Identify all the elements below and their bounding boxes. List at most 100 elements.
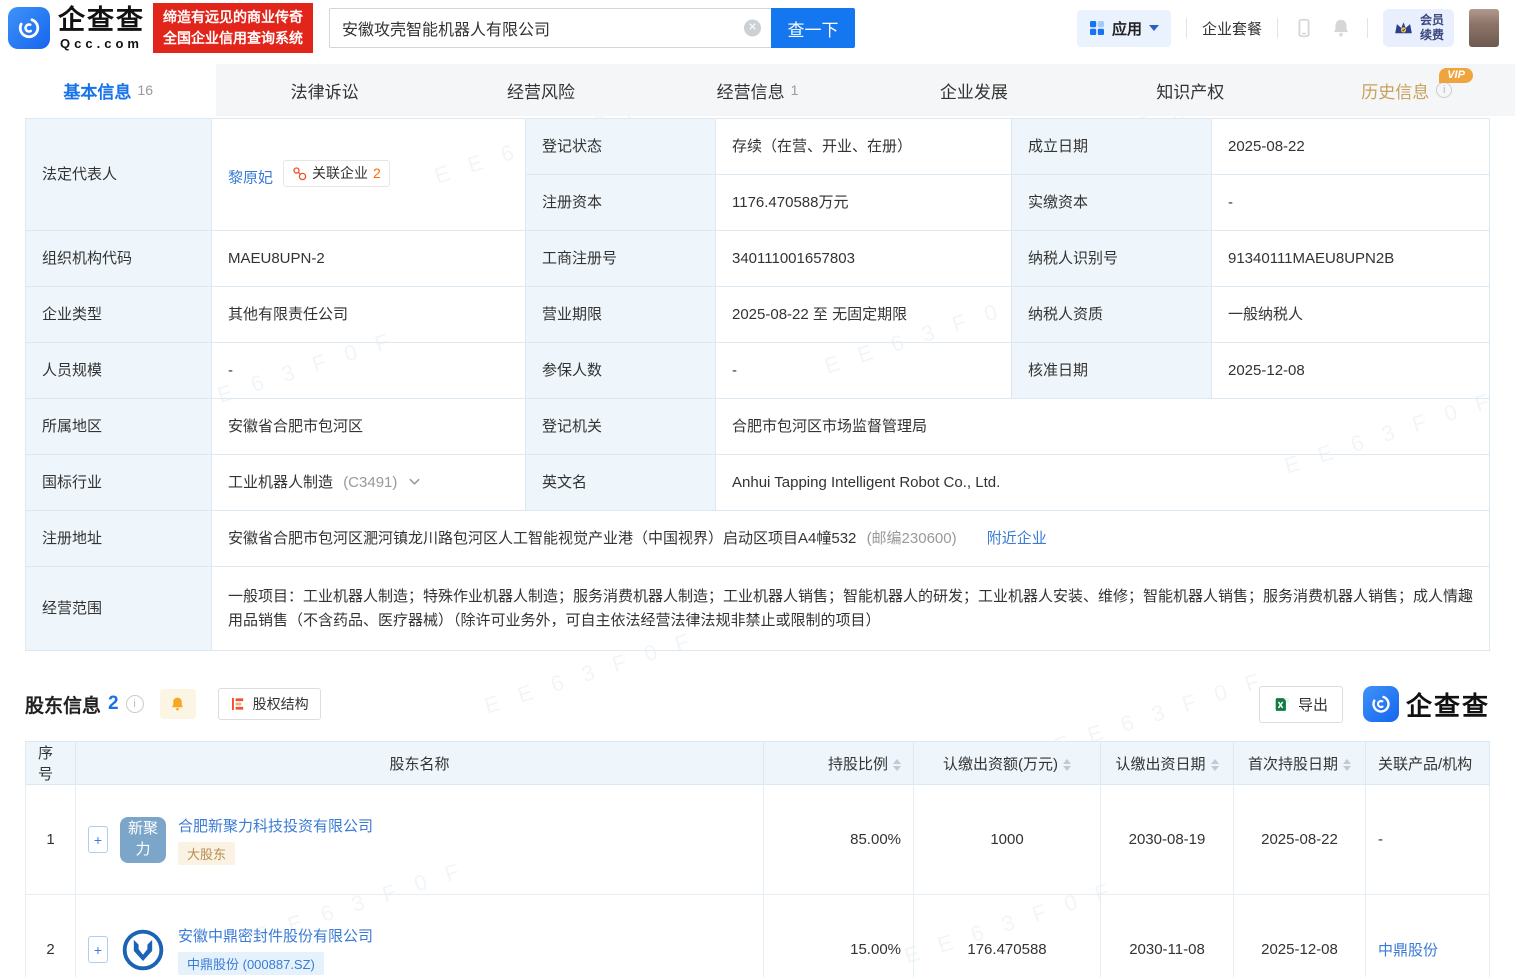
listed-company-badge: 中鼎股份 (000887.SZ) [178, 952, 324, 975]
col-header-related: 关联产品/机构 [1366, 742, 1490, 785]
tab-basic-info[interactable]: 基本信息 16 [0, 64, 216, 116]
qcc-logo-icon [1363, 686, 1399, 722]
shareholders-table: 序号 股东名称 持股比例 认缴出资额(万元) 认缴出资日期 首次持股日期 关联产… [25, 741, 1490, 977]
tab-legal-litigation[interactable]: 法律诉讼 [216, 64, 432, 116]
field-label: 注册地址 [26, 511, 212, 567]
col-header-first-date[interactable]: 首次持股日期 [1234, 742, 1366, 785]
divider [1186, 18, 1187, 38]
sort-icon[interactable] [1063, 759, 1071, 771]
address-value: 安徽省合肥市包河区淝河镇龙川路包河区人工智能视觉产业港（中国视界）启动区项目A4… [228, 530, 856, 547]
header-right: 应用 企业套餐 会员 续费 [1077, 9, 1499, 47]
field-value: 340111001657803 [716, 231, 1012, 287]
sort-icon[interactable] [893, 759, 901, 771]
ratio-value: 15.00% [764, 895, 914, 977]
chevron-down-icon [1149, 25, 1159, 31]
slogan-line2: 全国企业信用查询系统 [163, 28, 303, 49]
divider [1367, 18, 1368, 38]
info-icon[interactable]: i [1436, 82, 1452, 98]
shareholders-section-header: 股东信息 2 i 股权结构 [25, 685, 1490, 723]
expand-button[interactable]: + [88, 826, 108, 853]
qcc-logo-icon [8, 7, 50, 49]
tab-bar: 基本信息 16 法律诉讼 经营风险 经营信息 1 企业发展 知识产权 VIP 历… [0, 64, 1515, 116]
address-cell: 安徽省合肥市包河区淝河镇龙川路包河区人工智能视觉产业港（中国视界）启动区项目A4… [212, 511, 1490, 567]
related-product-link[interactable]: 中鼎股份 [1378, 942, 1438, 959]
first-date-value: 2025-12-08 [1234, 895, 1366, 977]
export-label: 导出 [1298, 694, 1328, 715]
field-label: 实缴资本 [1012, 175, 1212, 231]
col-header-sub-date[interactable]: 认缴出资日期 [1101, 742, 1234, 785]
field-value: Anhui Tapping Intelligent Robot Co., Ltd… [716, 455, 1490, 511]
mobile-phone-icon[interactable] [1293, 16, 1315, 40]
legal-rep-link[interactable]: 黎原妃 [228, 169, 273, 186]
legal-rep-cell: 黎原妃关联企业2 [212, 119, 526, 231]
tab-label: 历史信息 [1361, 78, 1429, 103]
qcc-logo-text: 企查查 Qcc.com [58, 7, 145, 50]
export-button[interactable]: 导出 [1259, 686, 1343, 723]
field-value: 2025-12-08 [1212, 343, 1490, 399]
field-value: - [716, 343, 1012, 399]
shareholder-avatar[interactable]: 新聚力 [120, 817, 166, 863]
divider [1277, 18, 1278, 38]
sort-icon[interactable] [1343, 759, 1351, 771]
vip-line1: 会员 [1420, 13, 1444, 28]
notification-bell-icon[interactable] [1330, 16, 1352, 40]
excel-icon [1274, 696, 1291, 713]
field-value: 一般纳税人 [1212, 287, 1490, 343]
vip-line2: 续费 [1420, 28, 1444, 43]
related-companies-badge[interactable]: 关联企业2 [283, 160, 390, 188]
tab-operating-risk[interactable]: 经营风险 [433, 64, 649, 116]
tab-operating-info[interactable]: 经营信息 1 [649, 64, 865, 116]
chevron-down-icon[interactable] [408, 477, 421, 486]
grid-icon [1089, 20, 1105, 36]
qcc-logo[interactable]: 企查查 Qcc.com [8, 7, 145, 50]
tab-label: 知识产权 [1156, 78, 1224, 103]
sort-icon[interactable] [1211, 759, 1219, 771]
tab-history-info[interactable]: VIP 历史信息 i [1299, 64, 1515, 116]
field-label: 核准日期 [1012, 343, 1212, 399]
tab-count: 1 [791, 82, 799, 98]
tab-label: 经营风险 [507, 78, 575, 103]
info-icon[interactable]: i [126, 695, 144, 713]
shareholder-name-link[interactable]: 安徽中鼎密封件股份有限公司 [178, 925, 373, 946]
field-label: 营业期限 [526, 287, 716, 343]
field-value: - [212, 343, 526, 399]
field-label: 企业类型 [26, 287, 212, 343]
vip-label: 会员 续费 [1420, 13, 1444, 43]
enterprise-package-link[interactable]: 企业套餐 [1202, 18, 1262, 39]
nearby-companies-link[interactable]: 附近企业 [987, 530, 1047, 547]
tab-company-development[interactable]: 企业发展 [866, 64, 1082, 116]
zhongding-logo-icon [121, 928, 165, 972]
industry-code: (C3491) [343, 474, 397, 491]
search-input[interactable] [329, 8, 771, 48]
apps-menu-button[interactable]: 应用 [1077, 10, 1171, 47]
col-header-no: 序号 [26, 742, 76, 785]
vip-renew-button[interactable]: 会员 续费 [1383, 9, 1454, 47]
field-label: 国标行业 [26, 455, 212, 511]
bell-icon [169, 695, 186, 713]
search-button[interactable]: 查一下 [771, 8, 855, 48]
equity-structure-label: 股权结构 [253, 694, 309, 714]
col-header-amount[interactable]: 认缴出资额(万元) [914, 742, 1101, 785]
qcc-spiral-icon [15, 14, 43, 42]
user-avatar[interactable] [1469, 9, 1499, 47]
shareholder-row: 2 + 安徽中鼎密封件股份有限公司 中鼎股份 (000887.SZ) [26, 895, 1490, 977]
tab-intellectual-property[interactable]: 知识产权 [1082, 64, 1298, 116]
shareholder-name-cell: + 新聚力 合肥新聚力科技投资有限公司 大股东 [76, 785, 764, 895]
clear-search-icon[interactable]: ✕ [744, 20, 761, 37]
shareholders-header-row: 序号 股东名称 持股比例 认缴出资额(万元) 认缴出资日期 首次持股日期 关联产… [26, 742, 1490, 785]
field-label: 参保人数 [526, 343, 716, 399]
col-header-ratio[interactable]: 持股比例 [764, 742, 914, 785]
field-label: 英文名 [526, 455, 716, 511]
shareholder-name-link[interactable]: 合肥新聚力科技投资有限公司 [178, 815, 373, 836]
tab-label: 法律诉讼 [291, 78, 359, 103]
shareholder-logo[interactable] [120, 927, 166, 973]
top-header: 企查查 Qcc.com 缔造有远见的商业传奇 全国企业信用查询系统 ✕ 查一下 … [0, 0, 1515, 56]
field-label: 人员规模 [26, 343, 212, 399]
equity-structure-button[interactable]: 股权结构 [218, 688, 321, 720]
brand-name: 企查查 [58, 7, 145, 34]
monitor-bell-button[interactable] [160, 689, 196, 719]
related-count: 2 [373, 163, 381, 185]
expand-button[interactable]: + [88, 936, 108, 963]
section-title: 股东信息 [25, 691, 101, 718]
field-label: 经营范围 [26, 567, 212, 651]
